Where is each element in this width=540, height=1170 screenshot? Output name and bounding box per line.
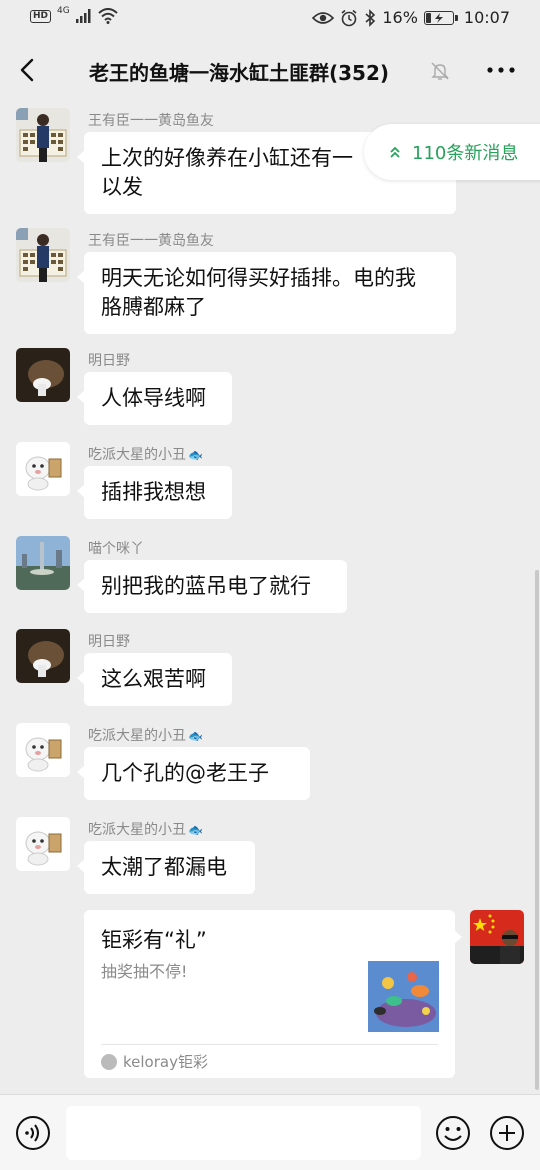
sender-avatar[interactable]: [16, 723, 70, 777]
card-source: keloray钜彩: [101, 1051, 208, 1072]
new-messages-banner[interactable]: 110条新消息: [364, 124, 540, 180]
card-description: 抽奖抽不停!: [101, 962, 188, 981]
sender-name-text: 吃派大星的小丑: [88, 728, 186, 744]
message-bubble[interactable]: 太潮了都漏电: [77, 841, 255, 894]
sender-avatar[interactable]: [16, 536, 70, 590]
more-icon[interactable]: [486, 64, 516, 76]
sender-name-text: 吃派大星的小丑: [88, 447, 186, 463]
double-chevron-up-icon: [390, 146, 400, 158]
sender-name: 喵个咪丫: [88, 541, 144, 557]
status-bar: HD 4G 16% 10:07: [0, 0, 540, 38]
sender-name: 王有臣一一黄岛鱼友: [88, 233, 214, 249]
card-title: 钜彩有“礼”: [101, 928, 207, 952]
sender-name: 明日野: [88, 353, 130, 369]
chat-header: 老王的鱼塘一海水缸土匪群(352): [0, 38, 540, 102]
sender-name: 吃派大星的小丑 🐟: [88, 819, 203, 839]
shared-link-card[interactable]: 钜彩有“礼” 抽奖抽不停! keloray钜彩: [84, 910, 462, 1078]
message-bubble[interactable]: 这么艰苦啊: [77, 653, 232, 706]
wifi-icon: [98, 8, 118, 24]
sender-name: 王有臣一一黄岛鱼友: [88, 113, 214, 129]
sender-name: 吃派大星的小丑 🐟: [88, 725, 203, 745]
eye-icon: [312, 11, 335, 24]
back-arrow-icon[interactable]: [14, 54, 42, 86]
message-input[interactable]: [66, 1106, 421, 1160]
new-messages-count: 110条新消息: [412, 143, 519, 164]
battery-icon: [423, 10, 458, 25]
emoji-icon[interactable]: [435, 1115, 471, 1151]
sender-name: 明日野: [88, 634, 130, 650]
bluetooth-icon: [365, 8, 376, 27]
card-thumbnail: [368, 961, 439, 1032]
sender-avatar[interactable]: [16, 629, 70, 683]
message-bubble[interactable]: 别把我的蓝吊电了就行: [77, 560, 347, 613]
plus-icon[interactable]: [489, 1115, 525, 1151]
hd-badge: HD: [30, 9, 52, 23]
message-bubble[interactable]: 明天无论如何得买好插排。电的我 胳膊都麻了: [77, 252, 456, 334]
sender-avatar[interactable]: [16, 442, 70, 496]
chat-title: 老王的鱼塘一海水缸土匪群(352): [89, 61, 390, 85]
signal-icon: [75, 9, 91, 23]
scrollbar[interactable]: [535, 570, 539, 1090]
my-avatar[interactable]: [470, 910, 524, 964]
sender-avatar[interactable]: [16, 228, 70, 282]
battery-percent: 16%: [382, 8, 418, 27]
message-bubble[interactable]: 几个孔的@老王子: [77, 747, 310, 800]
sender-name: 吃派大星的小丑 🐟: [88, 444, 203, 464]
message-bubble[interactable]: 插排我想想: [77, 466, 232, 519]
voice-icon[interactable]: [15, 1115, 51, 1151]
source-logo-icon: [101, 1053, 117, 1070]
sender-avatar[interactable]: [16, 817, 70, 871]
fish-icon: 🐟: [188, 448, 203, 462]
mute-bell-icon: [431, 62, 449, 80]
input-bar: [0, 1094, 540, 1170]
sender-name-text: 吃派大星的小丑: [88, 822, 186, 838]
alarm-icon: [341, 9, 357, 26]
sender-avatar[interactable]: [16, 108, 70, 162]
fish-icon: 🐟: [188, 823, 203, 837]
sender-avatar[interactable]: [16, 348, 70, 402]
network-label: 4G: [57, 6, 70, 16]
message-bubble[interactable]: 人体导线啊: [77, 372, 232, 425]
clock-time: 10:07: [463, 8, 510, 27]
card-source-label: keloray钜彩: [123, 1053, 208, 1071]
card-divider: [101, 1044, 438, 1045]
fish-icon: 🐟: [188, 729, 203, 743]
